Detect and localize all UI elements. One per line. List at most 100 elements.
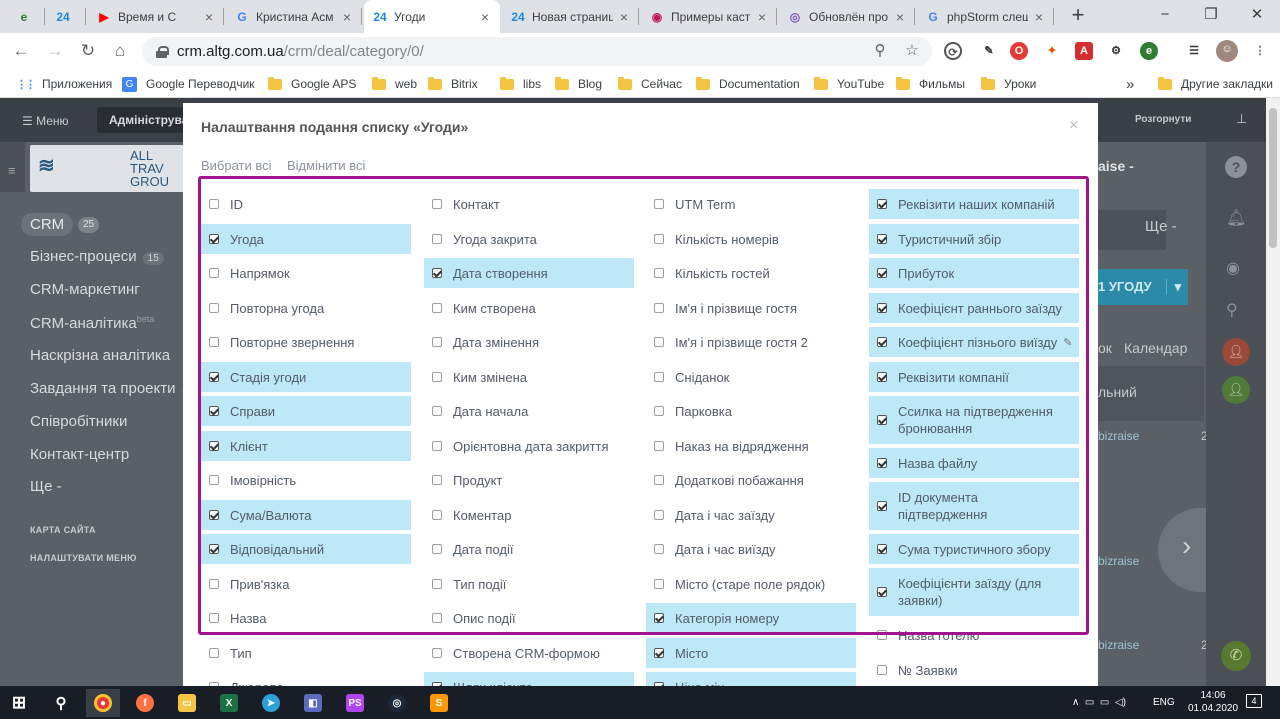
column-option[interactable]: Коментар (424, 500, 634, 530)
sidebar-footer-link[interactable]: КАРТА САЙТА (30, 525, 96, 535)
tab-close-icon[interactable]: × (478, 9, 492, 25)
checkbox[interactable] (877, 630, 887, 640)
checkbox[interactable] (432, 475, 442, 485)
checkbox[interactable] (654, 303, 664, 313)
column-option[interactable]: ID документа підтвердження (869, 482, 1079, 530)
column-option[interactable]: Додаткові побажання (646, 465, 856, 495)
admin-button[interactable]: Адмініструва (97, 107, 187, 133)
phone-icon[interactable]: ✆ (1221, 641, 1251, 671)
side-menu-icon[interactable]: ≡ (8, 163, 16, 178)
new-tab-button[interactable]: + (1067, 4, 1089, 28)
checkbox[interactable] (654, 234, 664, 244)
chrome-menu-icon[interactable]: ⋮ (1251, 42, 1269, 60)
browser-tab[interactable]: G Кристина Асм × (226, 0, 362, 33)
bookmark-item[interactable]: Bitrix (428, 70, 478, 98)
column-option[interactable]: Коефіцієнти заїзду (для заявки) (869, 568, 1079, 616)
grid-row-3[interactable]: bizraise (1098, 638, 1139, 652)
checkbox[interactable] (877, 665, 887, 675)
browser-tab[interactable]: e (8, 0, 45, 33)
add-deal-dropdown-icon[interactable]: ▾ (1165, 279, 1182, 294)
checkbox[interactable] (877, 415, 887, 425)
extension-lightbulb-icon[interactable]: ✦ (1043, 42, 1061, 60)
select-all-link[interactable]: Вибрати всі (201, 158, 272, 173)
sidebar-item[interactable]: Співробітники (30, 413, 127, 430)
checkbox[interactable] (432, 406, 442, 416)
telegram-taskbar-icon[interactable]: ➤ (254, 689, 288, 717)
checkbox[interactable] (877, 372, 887, 382)
checkbox[interactable] (209, 544, 219, 554)
checkbox[interactable] (432, 510, 442, 520)
extension-eyedropper-icon[interactable]: ✎ (980, 42, 998, 60)
checkbox[interactable] (654, 199, 664, 209)
browser-tab[interactable]: ◎ Обновлён про × (779, 0, 915, 33)
column-option[interactable]: Назва (201, 603, 411, 633)
checkbox[interactable] (209, 613, 219, 623)
column-option[interactable]: Сума/Валюта (201, 500, 411, 530)
column-option[interactable]: Категорія номеру (646, 603, 856, 633)
browser-tab[interactable]: GphpStorm слеш × (917, 0, 1054, 33)
checkbox[interactable] (209, 234, 219, 244)
sidebar-item[interactable]: Завдання та проекти9 (30, 380, 198, 397)
bookmark-item[interactable]: Сейчас (618, 70, 682, 98)
checkbox[interactable] (877, 199, 887, 209)
bookmark-item[interactable]: G Google Переводчик (122, 70, 255, 98)
tab-close-icon[interactable]: × (1032, 9, 1046, 25)
column-option[interactable]: Сніданок (646, 362, 856, 392)
column-option[interactable]: Ціна мін (646, 672, 856, 686)
checkbox[interactable] (432, 234, 442, 244)
tab-ok[interactable]: ок (1098, 340, 1112, 356)
bookmark-item[interactable]: YouTube (814, 70, 884, 98)
checkbox[interactable] (209, 406, 219, 416)
browser-tab[interactable]: 24 (47, 0, 86, 33)
checkbox[interactable] (877, 501, 887, 511)
home-icon[interactable]: ⌂ (110, 41, 130, 61)
reload-icon[interactable]: ↻ (78, 41, 98, 61)
bookmark-item[interactable]: Blog (555, 70, 602, 98)
tray-icons[interactable]: ∧ ▭ ▭ ◁) (1072, 686, 1131, 719)
bookmark-item[interactable]: Фильмы (896, 70, 965, 98)
column-option[interactable]: Контакт (424, 189, 634, 219)
browser-tab[interactable]: ▶ Время и С × (88, 0, 224, 33)
column-option[interactable]: Парковка (646, 396, 856, 426)
phpstorm-taskbar-icon[interactable]: PS (338, 689, 372, 717)
sidebar-item[interactable]: Контакт-центр (30, 446, 129, 463)
column-option[interactable]: ID (201, 189, 411, 219)
checkbox[interactable] (432, 303, 442, 313)
extension-opera-icon[interactable]: O (1010, 42, 1028, 60)
checkbox[interactable] (654, 372, 664, 382)
column-option[interactable]: № Заявки (869, 655, 1079, 685)
column-option[interactable]: Кількість номерів (646, 224, 856, 254)
checkbox[interactable] (654, 544, 664, 554)
checkbox[interactable] (654, 510, 664, 520)
add-deal-button[interactable]: 1 УГОДУ ▾ (1098, 269, 1188, 305)
checkbox[interactable] (209, 372, 219, 382)
checkbox[interactable] (209, 441, 219, 451)
checkbox[interactable] (432, 648, 442, 658)
address-bar[interactable]: crm.altg.com.ua/crm/deal/category/0/ (142, 37, 932, 66)
sidebar-item[interactable]: Бізнес-процеси 15 (30, 248, 164, 265)
checkbox[interactable] (432, 372, 442, 382)
checkbox[interactable] (432, 579, 442, 589)
column-option[interactable]: Дата і час виїзду (646, 534, 856, 564)
column-option[interactable]: Дата і час заїзду (646, 500, 856, 530)
edit-pencil-icon[interactable]: ✎ (1063, 336, 1072, 349)
sidebar-footer-link[interactable]: НАЛАШТУВАТИ МЕНЮ (30, 553, 137, 563)
search-icon[interactable]: ⚲ (1226, 300, 1238, 320)
column-option[interactable]: Клієнт (201, 431, 411, 461)
help-icon[interactable]: ? (1225, 156, 1247, 178)
checkbox[interactable] (209, 648, 219, 658)
checkbox[interactable] (432, 441, 442, 451)
checkbox[interactable] (877, 587, 887, 597)
column-option[interactable]: Ссилка на підтвердження бронювання (869, 396, 1079, 444)
close-icon[interactable]: × (1069, 117, 1078, 135)
browser-tab[interactable]: ◉ Примеры каст × (641, 0, 777, 33)
grid-row-2[interactable]: bizraise (1098, 554, 1139, 568)
checkbox[interactable] (877, 303, 887, 313)
action-center-icon[interactable]: 4 (1246, 694, 1262, 708)
crm-badge[interactable]: CRM (21, 213, 74, 236)
checkbox[interactable] (654, 441, 664, 451)
checkbox[interactable] (654, 475, 664, 485)
column-option[interactable]: Продукт (424, 465, 634, 495)
checkbox[interactable] (209, 510, 219, 520)
column-option[interactable]: Реквізити компанії (869, 362, 1079, 392)
